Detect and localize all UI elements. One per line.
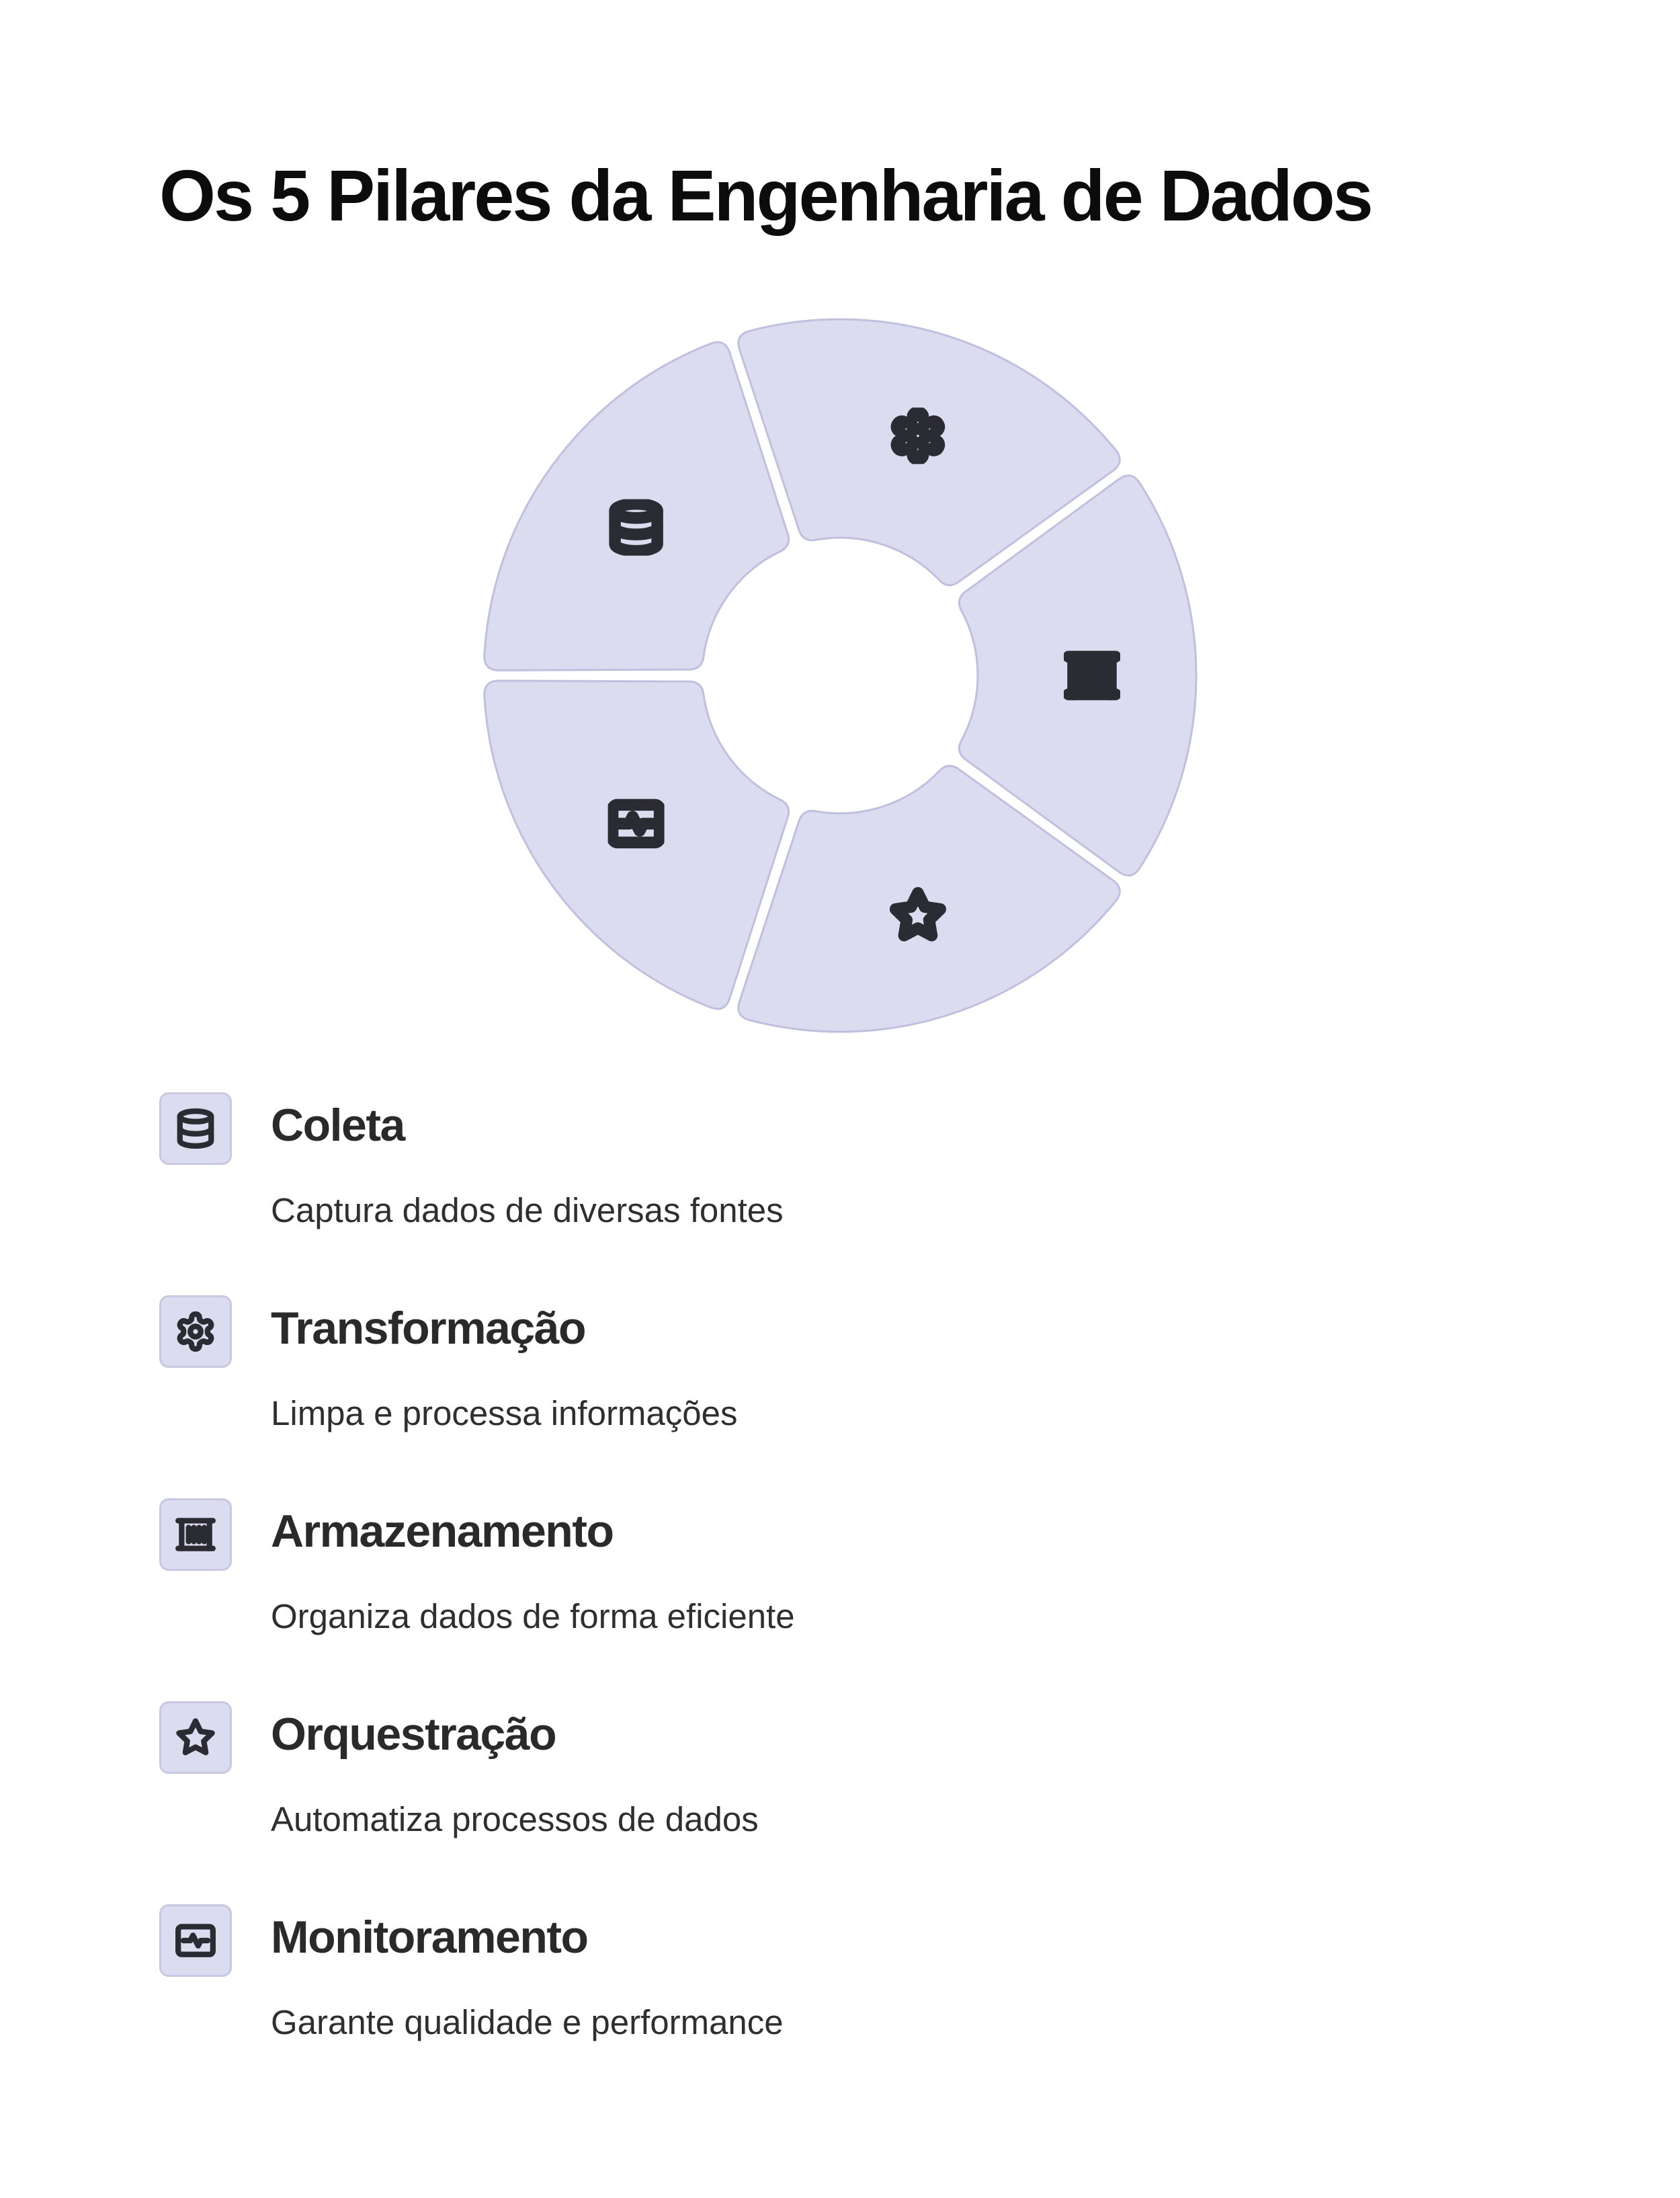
pillar-description: Captura dados de diversas fontes [271,1191,784,1229]
container-icon [1068,657,1116,694]
pillar-item-transformacao: Transformação Limpa e processa informaçõe… [159,1295,1570,1470]
pillar-title: Monitoramento [271,1912,589,1963]
container-icon [159,1498,232,1571]
pillar-item-monitoramento: Monitoramento Garante qualidade e perform… [159,1904,1570,2079]
pillar-title: Coleta [271,1100,405,1151]
monitor-pulse-icon [159,1904,232,1977]
pillar-title: Transformação [271,1303,587,1354]
monitor-pulse-icon [613,805,660,842]
database-icon [159,1092,232,1165]
pillars-wheel [483,318,1198,1033]
pillar-title: Orquestração [271,1709,557,1760]
gear-icon [159,1295,232,1368]
star-icon [159,1701,232,1774]
pillar-description: Limpa e processa informações [271,1394,738,1432]
pillar-item-coleta: Coleta Captura dados de diversas fontes [159,1092,1570,1267]
pillar-title: Armazenamento [271,1506,614,1557]
pillar-description: Automatiza processos de dados [271,1800,759,1838]
pillar-description: Organiza dados de forma eficiente [271,1597,795,1635]
pillar-description: Garante qualidade e performance [271,2003,784,2041]
pillar-item-armazenamento: Armazenamento Organiza dados de forma efi… [159,1498,1570,1673]
pillar-item-orquestracao: Orquestração Automatiza processos de dado… [159,1701,1570,1876]
